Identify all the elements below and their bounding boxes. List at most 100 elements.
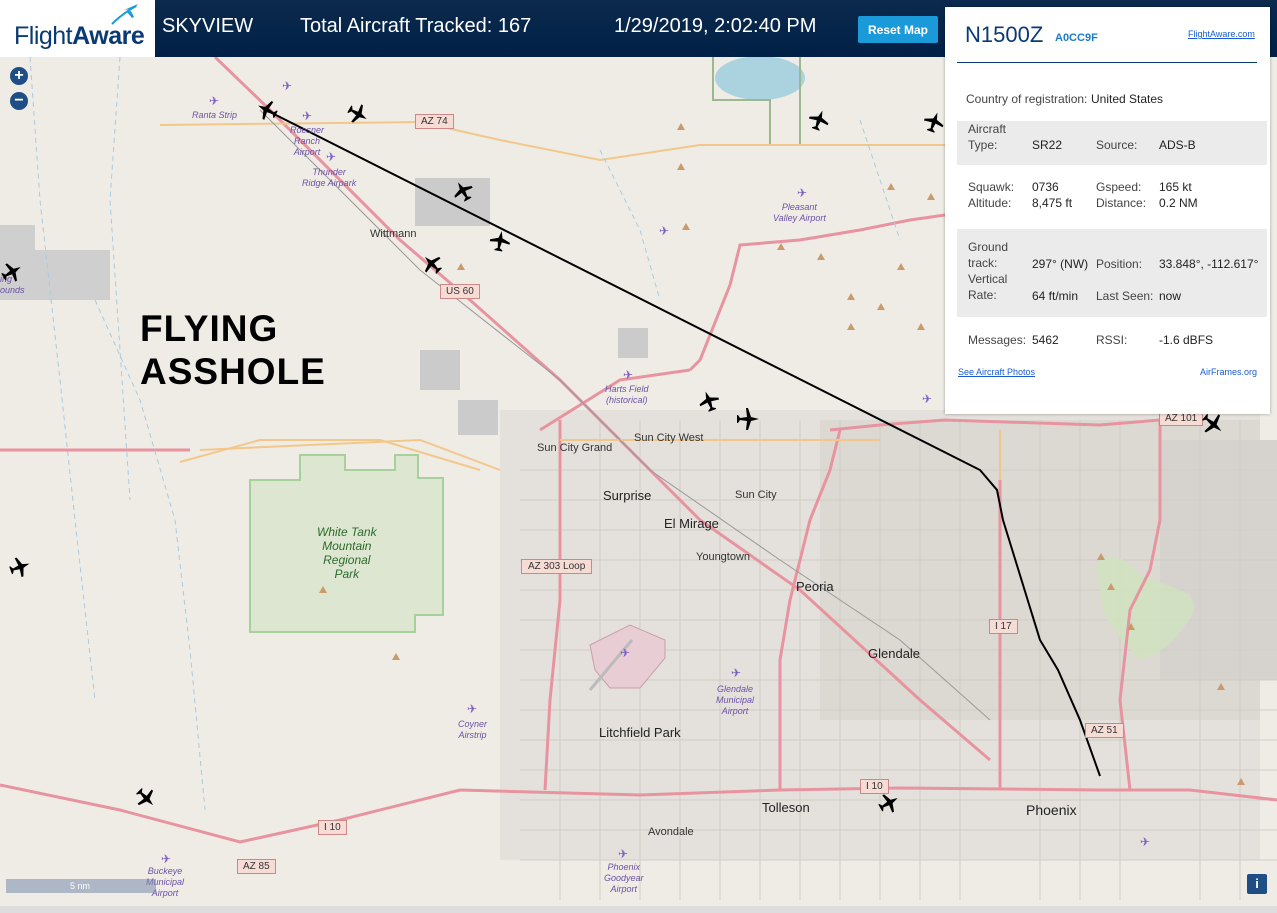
place-glendale: Glendale (868, 646, 921, 661)
altitude-value: 8,475 ft (1032, 196, 1073, 210)
place-roessner-ranch: Roesner Ranch Airport (290, 125, 325, 157)
altitude-label: Altitude: (968, 196, 1012, 210)
aircraft-large-icon[interactable] (1200, 411, 1226, 437)
airport-icon: ✈ (620, 646, 631, 660)
source-value: ADS-B (1159, 138, 1196, 152)
gspeed-label: Gspeed: (1096, 180, 1142, 194)
place-avondale: Avondale (648, 826, 694, 838)
airport-icon: ✈ (623, 368, 634, 382)
place-youngtown: Youngtown (696, 551, 751, 563)
aircraft-type-label: Aircraft Type: (968, 122, 1007, 152)
airport-icon: ✈ (1140, 835, 1151, 849)
annotation-line-2: ASSHOLE (140, 351, 326, 392)
airport-icon: ✈ (618, 847, 629, 861)
panel-divider (957, 62, 1257, 63)
aircraft-icon[interactable] (0, 260, 24, 284)
airport-icon: ✈ (797, 186, 808, 200)
shield-az-85: AZ 85 (237, 859, 276, 874)
country-value: United States (1091, 92, 1164, 106)
aircraft-large-icon[interactable] (735, 406, 761, 432)
aircraft-detail-panel: N1500Z A0CC9F FlightAware.com Country of… (945, 7, 1270, 414)
flightaware-logo[interactable]: FlightAware (0, 0, 155, 57)
source-label: Source: (1096, 138, 1138, 152)
aircraft-photos-link[interactable]: See Aircraft Photos (958, 367, 1035, 377)
zoom-in-button[interactable]: + (10, 67, 28, 85)
place-surprise: Surprise (603, 488, 652, 503)
aircraft-icon[interactable] (346, 102, 370, 126)
aircraft-icon[interactable] (488, 229, 512, 253)
place-wittmann: Wittmann (370, 228, 417, 240)
airport-icon: ✈ (302, 109, 313, 123)
aircraft-icon[interactable] (451, 179, 475, 203)
airport-icon: ✈ (161, 852, 172, 866)
aircraft-icon[interactable] (420, 252, 444, 276)
aircraft-selected-icon[interactable] (255, 98, 279, 122)
messages-value: 5462 (1032, 333, 1059, 347)
distance-value: 0.2 NM (1159, 196, 1198, 210)
airport-icon: ✈ (467, 702, 478, 716)
place-litchfield-park: Litchfield Park (599, 725, 681, 740)
aircraft-icon[interactable] (697, 389, 721, 413)
aircraft-icon[interactable] (8, 555, 32, 579)
place-sun-city: Sun City (735, 489, 777, 501)
position-value: 33.848°, -112.617° (1159, 257, 1259, 271)
app-name: SKYVIEW (162, 15, 254, 37)
place-white-tank-park: White Tank Mountain Regional Park (317, 525, 377, 581)
ground-track-label: Ground track: (968, 240, 1009, 270)
shield-i-10-west: I 10 (318, 820, 347, 835)
aircraft-icon[interactable] (807, 108, 831, 132)
airport-icon: ✈ (922, 392, 933, 406)
place-ranta-strip: Ranta Strip (192, 110, 238, 120)
airport-icon: ✈ (659, 224, 670, 238)
map-info-button[interactable]: i (1247, 874, 1267, 894)
shield-az-51: AZ 51 (1085, 723, 1124, 738)
country-label: Country of registration: (966, 92, 1088, 106)
flightaware-link[interactable]: FlightAware.com (1188, 29, 1255, 39)
distance-label: Distance: (1096, 196, 1147, 210)
annotation-text: FLYING ASSHOLE (140, 307, 326, 393)
reset-map-button[interactable]: Reset Map (858, 16, 938, 43)
place-phoenix-goodyear-airport: Phoenix Goodyear Airport (604, 862, 644, 894)
last-seen-value: now (1159, 289, 1182, 303)
shield-az-303: AZ 303 Loop (521, 559, 593, 574)
horizontal-scrollbar[interactable] (0, 906, 1277, 913)
place-sun-city-grand: Sun City Grand (537, 442, 613, 454)
place-tolleson: Tolleson (762, 800, 810, 815)
aircraft-type-value: SR22 (1032, 138, 1063, 152)
airframes-link[interactable]: AirFrames.org (1200, 367, 1257, 377)
squawk-value: 0736 (1032, 180, 1059, 194)
place-phoenix: Phoenix (1026, 802, 1077, 818)
place-coyner-airstrip: Coyner Airstrip (458, 719, 488, 740)
place-el-mirage: El Mirage (664, 516, 719, 531)
place-harts-field: Harts Field (historical) (605, 384, 649, 405)
aircraft-icon[interactable] (922, 110, 946, 134)
position-label: Position: (1096, 257, 1143, 271)
place-thunder-ridge: Thunder Ridge Airpark (302, 167, 357, 188)
rssi-label: RSSI: (1096, 333, 1128, 347)
scale-bar: 5 nm (6, 879, 156, 893)
airport-icon: ✈ (209, 94, 220, 108)
annotation-line-1: FLYING (140, 308, 279, 349)
airport-icon: ✈ (326, 150, 337, 164)
vertical-rate-label: Vertical Rate: (968, 272, 1008, 302)
aircraft-hex-code: A0CC9F (1055, 32, 1098, 44)
last-seen-label: Last Seen: (1096, 289, 1154, 303)
aircraft-registration: N1500Z (965, 22, 1044, 47)
rssi-value: -1.6 dBFS (1159, 333, 1214, 347)
vertical-rate-value: 64 ft/min (1032, 289, 1079, 303)
airport-icon: ✈ (282, 79, 293, 93)
aircraft-icon[interactable] (134, 786, 158, 810)
aircraft-icon[interactable] (877, 791, 901, 815)
airport-icon: ✈ (731, 666, 742, 680)
gspeed-value: 165 kt (1159, 180, 1192, 194)
zoom-out-button[interactable]: − (10, 92, 28, 110)
place-glendale-airport: Glendale Municipal Airport (716, 684, 755, 716)
current-datetime: 1/29/2019, 2:02:40 PM (614, 15, 817, 37)
shield-az-74: AZ 74 (415, 114, 454, 129)
messages-label: Messages: (968, 333, 1027, 347)
logo-wordmark: FlightAware (14, 22, 145, 50)
shield-i-17: I 17 (989, 619, 1018, 634)
place-peoria: Peoria (796, 579, 834, 594)
place-sun-city-west: Sun City West (634, 432, 704, 444)
aircraft-count: Total Aircraft Tracked: 167 (300, 15, 532, 37)
